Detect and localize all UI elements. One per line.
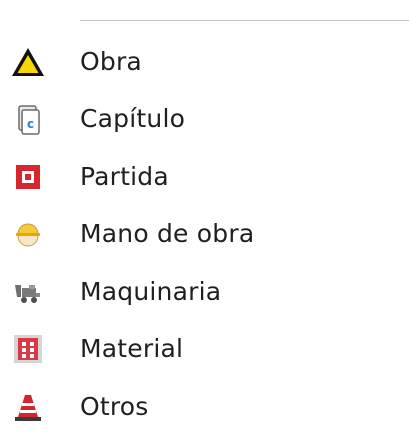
menu-item-label: Capítulo	[80, 104, 186, 134]
menu-item-capitulo[interactable]: c Capítulo	[0, 91, 409, 149]
svg-text:c: c	[27, 117, 34, 131]
warning-triangle-icon	[11, 45, 45, 79]
menu-separator	[80, 20, 409, 21]
menu-item-maquinaria[interactable]: Maquinaria	[0, 263, 409, 321]
bricks-icon	[11, 332, 45, 366]
document-c-icon: c	[11, 102, 45, 136]
menu-item-obra[interactable]: Obra	[0, 33, 409, 91]
traffic-cone-icon	[11, 390, 45, 424]
menu-item-label: Otros	[80, 391, 149, 421]
menu-item-label: Mano de obra	[80, 219, 255, 249]
menu-item-material[interactable]: Material	[0, 321, 409, 379]
menu-item-label: Partida	[80, 161, 169, 191]
type-menu: Obra c Capítulo Partida Mano de obra Maq…	[0, 33, 409, 436]
menu-item-label: Material	[80, 334, 184, 364]
hard-hat-icon	[11, 217, 45, 251]
menu-item-mano-de-obra[interactable]: Mano de obra	[0, 206, 409, 264]
menu-item-label: Maquinaria	[80, 276, 222, 306]
menu-item-otros[interactable]: Otros	[0, 378, 409, 436]
menu-item-label: Obra	[80, 46, 142, 76]
menu-item-partida[interactable]: Partida	[0, 148, 409, 206]
red-square-icon	[11, 160, 45, 194]
machinery-icon	[11, 275, 45, 309]
